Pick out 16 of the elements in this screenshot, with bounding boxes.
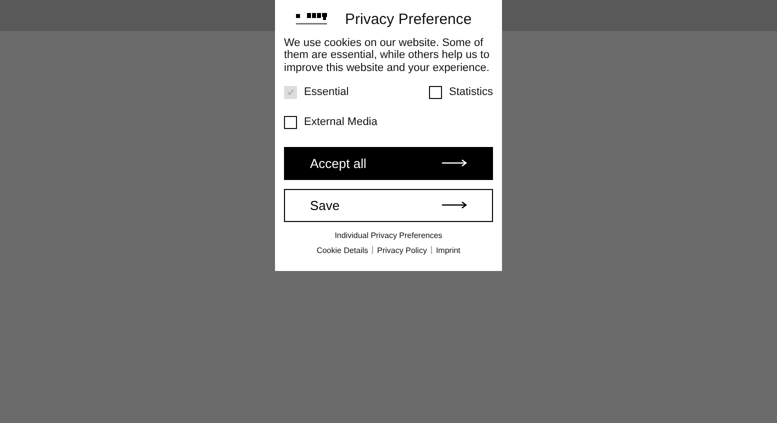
checkbox-label: External Media bbox=[304, 116, 378, 128]
accept-all-button[interactable]: Accept all bbox=[284, 146, 493, 180]
arrow-icon bbox=[442, 159, 468, 168]
dialog-title: Privacy Preference bbox=[345, 10, 472, 28]
footer-link[interactable]: Cookie Details bbox=[316, 246, 368, 255]
checkbox-label: Statistics bbox=[448, 86, 493, 98]
arrow-icon bbox=[442, 201, 468, 210]
dialog-text: We use cookies on our website. Some of them are essential, while others help us to improve this website and your experience. bbox=[284, 37, 490, 74]
footer-link[interactable]: Imprint bbox=[436, 246, 460, 255]
footer-link[interactable]: Privacy Policy bbox=[377, 246, 427, 255]
logo-icon bbox=[295, 12, 329, 26]
checkbox[interactable] bbox=[284, 116, 297, 129]
save-button[interactable]: Save bbox=[284, 188, 493, 222]
checkbox[interactable] bbox=[428, 86, 442, 99]
individual-preferences-link[interactable]: Individual Privacy Preferences bbox=[284, 230, 493, 240]
checkbox-label: Essential bbox=[304, 86, 349, 98]
